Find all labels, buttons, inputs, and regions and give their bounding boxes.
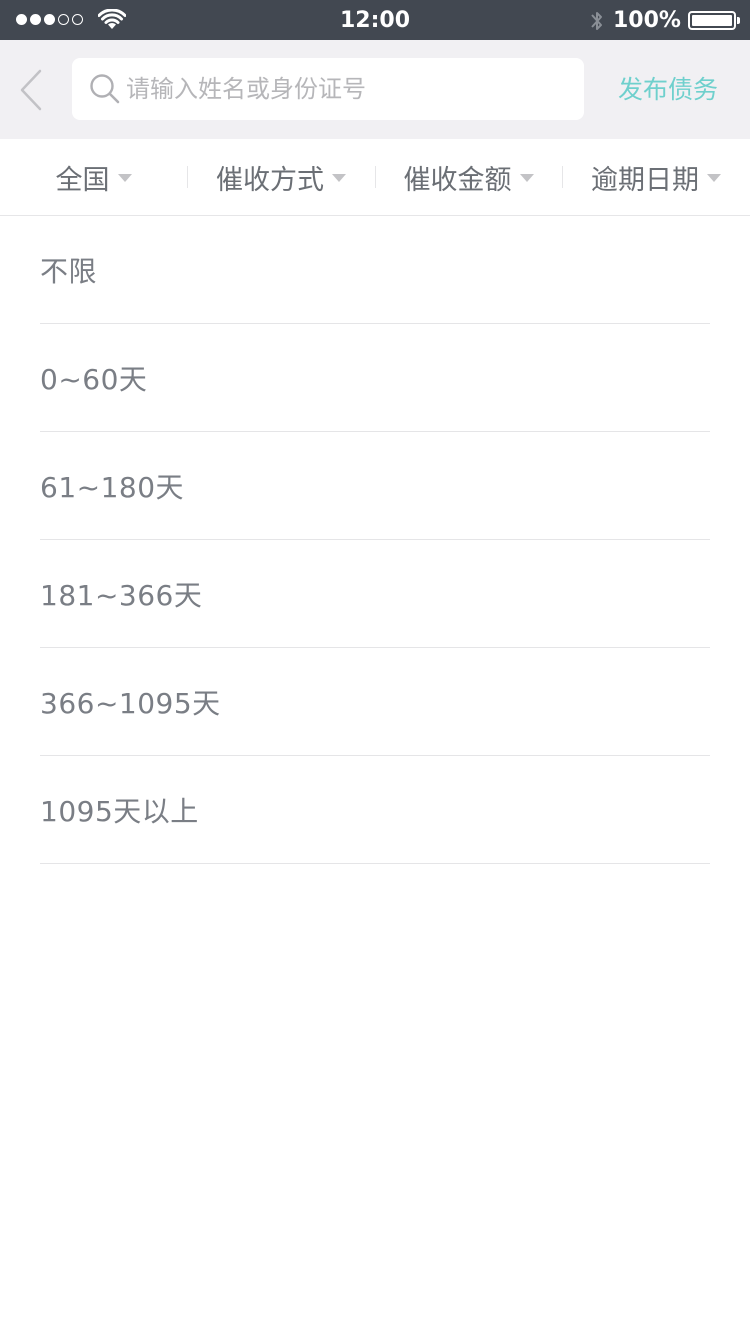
filter-label: 逾期日期 xyxy=(591,165,699,196)
search-input[interactable] xyxy=(126,58,566,120)
filter-label: 催收金额 xyxy=(403,165,512,196)
caret-down-icon xyxy=(707,173,721,182)
filter-label: 全国 xyxy=(55,165,110,196)
wifi-icon xyxy=(98,9,126,29)
option-item[interactable]: 366~1095天 xyxy=(40,648,710,756)
option-label: 0~60天 xyxy=(40,362,148,396)
option-label: 1095天以上 xyxy=(40,794,199,828)
option-label: 181~366天 xyxy=(40,578,203,612)
status-bar: 12:00 100% xyxy=(0,0,750,40)
filter-region[interactable]: 全国 xyxy=(0,139,187,216)
search-icon xyxy=(88,72,122,106)
battery-fill xyxy=(692,15,732,26)
back-button[interactable] xyxy=(12,65,52,115)
chevron-left-icon xyxy=(20,69,42,111)
filter-collection-method[interactable]: 催收方式 xyxy=(187,139,375,216)
nav-bar: 发布债务 xyxy=(0,40,750,139)
bluetooth-icon xyxy=(591,12,602,30)
option-label: 366~1095天 xyxy=(40,686,221,720)
option-label: 不限 xyxy=(40,254,98,288)
option-item[interactable]: 1095天以上 xyxy=(40,756,710,864)
search-box[interactable] xyxy=(72,58,584,120)
filter-label: 催收方式 xyxy=(216,165,324,196)
option-item[interactable]: 不限 xyxy=(40,216,710,324)
option-item[interactable]: 181~366天 xyxy=(40,540,710,648)
caret-down-icon xyxy=(117,173,132,182)
battery-tip xyxy=(737,17,740,24)
option-item[interactable]: 0~60天 xyxy=(40,324,710,432)
signal-strength-icon xyxy=(16,14,83,25)
option-label: 61~180天 xyxy=(40,470,185,504)
filter-bar: 全国 催收方式 催收金额 逾期日期 xyxy=(0,139,750,216)
overdue-date-options: 不限 0~60天 61~180天 181~366天 366~1095天 1095… xyxy=(40,216,710,864)
caret-down-icon xyxy=(332,173,346,182)
battery-icon xyxy=(688,11,736,30)
filter-overdue-date[interactable]: 逾期日期 xyxy=(562,139,750,216)
option-item[interactable]: 61~180天 xyxy=(40,432,710,540)
battery-percent: 100% xyxy=(613,8,681,33)
caret-down-icon xyxy=(519,173,534,182)
publish-debt-button[interactable]: 发布债务 xyxy=(602,40,734,139)
filter-collection-amount[interactable]: 催收金额 xyxy=(375,139,562,216)
